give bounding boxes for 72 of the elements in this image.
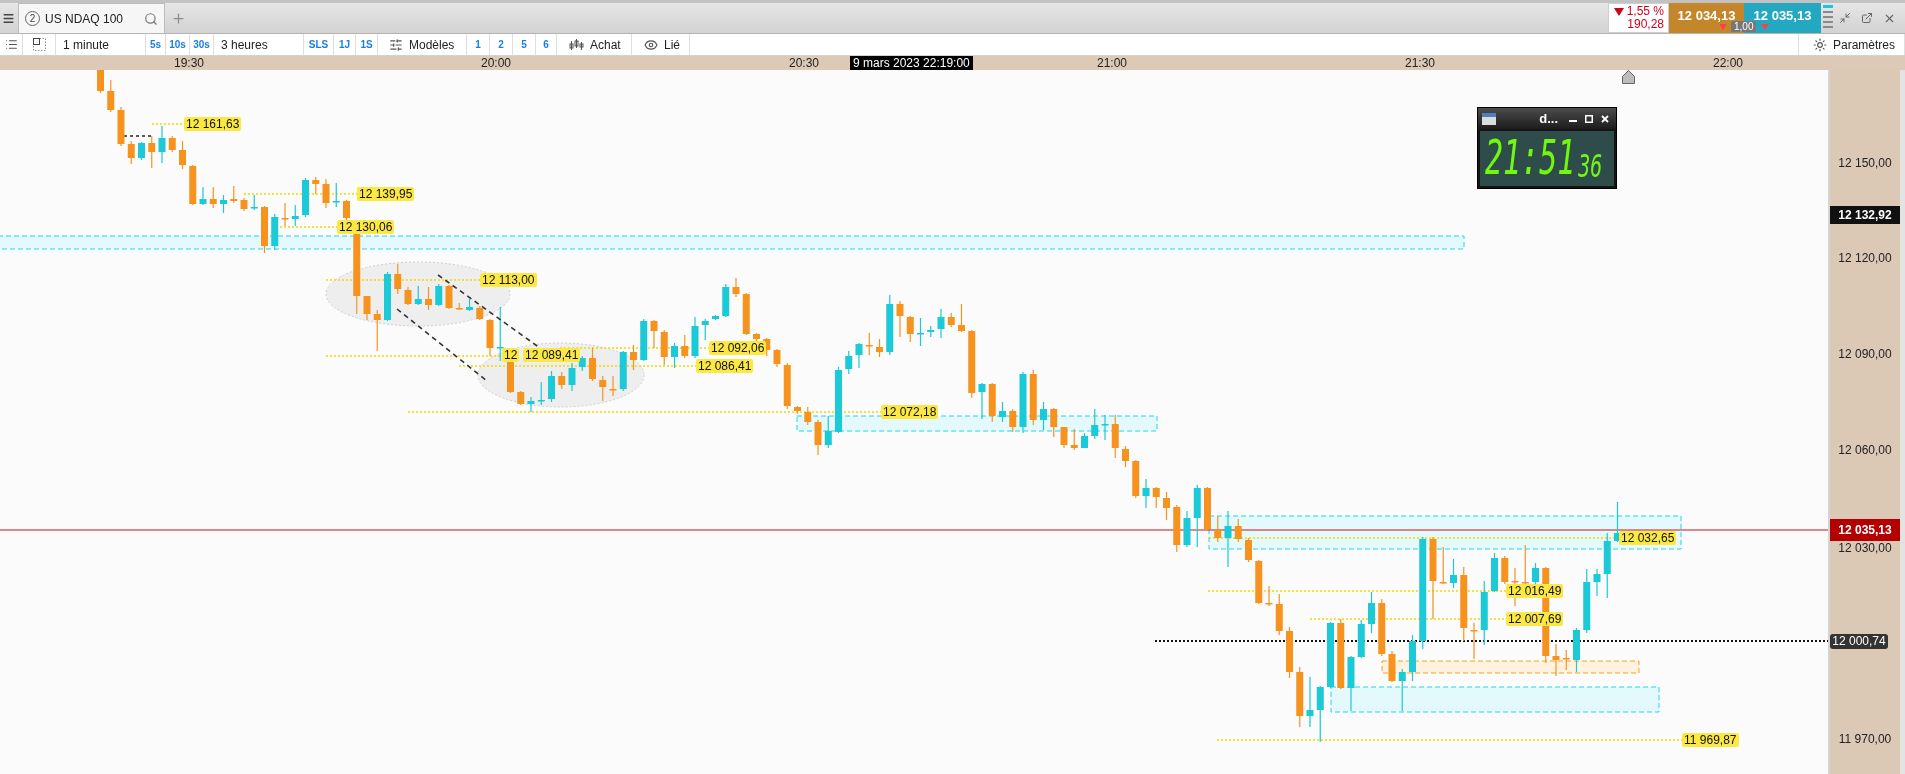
price-tag: 12 092,06	[709, 341, 767, 355]
close-icon[interactable]	[1601, 114, 1609, 123]
time-label: 19:30	[174, 56, 204, 70]
last-price-marker: 12 035,13	[1830, 519, 1900, 541]
price-tick-label: 12 060,00	[1837, 443, 1893, 457]
shrink-arrows-icon[interactable]	[1839, 12, 1851, 24]
time-label: 20:00	[481, 56, 511, 70]
cursor-time-label: 9 mars 2023 22:19:00	[850, 56, 973, 70]
price-tag: 11 969,87	[1682, 733, 1739, 747]
down-triangle-icon	[1719, 24, 1727, 30]
price-tick-label: 12 150,00	[1837, 156, 1893, 170]
price-tag: 12	[502, 348, 520, 362]
settings-button[interactable]: Paramètres	[1798, 34, 1905, 55]
interval-preset-button[interactable]: 5s	[146, 34, 166, 55]
order-button[interactable]: Achat	[557, 34, 632, 55]
price-tag: 12 007,69	[1506, 612, 1564, 626]
interval-preset-button[interactable]: 30s	[190, 34, 214, 55]
price-tag: 12 072,18	[881, 405, 939, 419]
range-preset-button[interactable]: 1S	[356, 34, 378, 55]
stacked-bars-icon[interactable]	[1822, 5, 1833, 31]
price-tag: 12 130,06	[337, 220, 395, 234]
price-tick-label: 12 030,00	[1837, 541, 1893, 555]
layout-count-button[interactable]: 5	[513, 34, 536, 55]
search-icon[interactable]	[144, 11, 158, 26]
price-tag: 12 016,49	[1506, 584, 1564, 598]
spread-label: 1,00	[1731, 21, 1757, 32]
maximize-icon[interactable]	[1585, 114, 1593, 123]
price-tick-label: 11 970,00	[1837, 732, 1893, 746]
price-tick-label: 12 120,00	[1837, 251, 1893, 265]
window-icon	[1482, 112, 1496, 125]
change-points: 190,28	[1627, 18, 1664, 31]
cursor-price-marker: 12 132,92	[1830, 206, 1900, 224]
reference-price-marker: 12 000,74	[1830, 633, 1888, 649]
clock-title: d...	[1539, 111, 1558, 126]
range-button[interactable]: 3 heures	[214, 34, 304, 55]
price-tick-label: 12 090,00	[1837, 347, 1893, 361]
clock-seconds: 36	[1578, 150, 1603, 182]
range-preset-button[interactable]: SLS	[304, 34, 334, 55]
price-tag: 12 086,41	[696, 359, 754, 373]
menu-icon[interactable]	[1, 11, 15, 25]
price-tag: 12 089,41	[523, 348, 581, 362]
interval-button[interactable]: 1 minute	[56, 34, 146, 55]
list-icon	[4, 38, 18, 51]
time-label: 21:00	[1097, 56, 1127, 70]
layout-count-button[interactable]: 2	[490, 34, 513, 55]
price-tag: 12 032,65	[1619, 531, 1677, 545]
price-tag: 12 139,95	[357, 187, 415, 201]
sun-icon	[1813, 37, 1827, 52]
clock-time: 21:51	[1485, 134, 1576, 182]
sliders-icon	[389, 37, 403, 52]
layout-count-button[interactable]: 1	[467, 34, 490, 55]
plus-icon[interactable]	[170, 10, 186, 26]
candlestick-icon	[569, 38, 584, 51]
price-tag: 12 113,00	[480, 273, 537, 287]
price-level-line	[151, 123, 185, 125]
external-link-icon[interactable]	[1861, 12, 1873, 24]
time-label: 21:30	[1405, 56, 1435, 70]
eye-icon	[644, 37, 658, 52]
time-label: 22:00	[1713, 56, 1743, 70]
time-label: 20:30	[789, 56, 819, 70]
change-percent: 1,55 %	[1626, 5, 1664, 18]
house-marker-icon[interactable]	[1622, 70, 1635, 84]
down-triangle-icon	[1761, 24, 1769, 30]
templates-button[interactable]: Modèles	[378, 34, 467, 55]
range-preset-button[interactable]: 1J	[334, 34, 356, 55]
price-tag: 12 161,63	[184, 117, 242, 131]
link-button[interactable]: Lié	[632, 34, 690, 55]
interval-preset-button[interactable]: 10s	[166, 34, 190, 55]
chart-tab[interactable]: 2 US NDAQ 100	[18, 3, 165, 33]
down-triangle-icon	[1613, 7, 1624, 16]
grid-layout-icon	[32, 38, 46, 51]
layout-count-button[interactable]: 6	[536, 34, 557, 55]
